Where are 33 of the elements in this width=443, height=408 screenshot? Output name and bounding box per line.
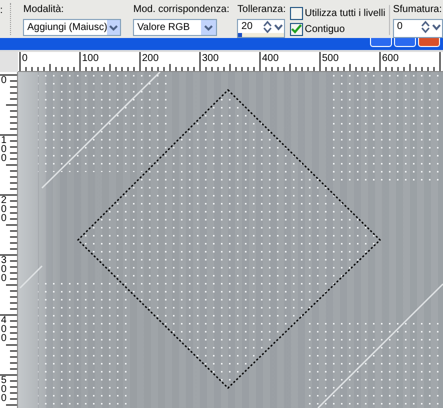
tolerance-label: Tolleranza: xyxy=(237,3,286,17)
ruler-number: 100 xyxy=(82,53,99,64)
chevron-icon xyxy=(109,24,118,30)
mode-label: Modalità: xyxy=(23,3,65,17)
ruler-number: 100 xyxy=(1,136,7,163)
ruler-number: 500 xyxy=(322,53,339,64)
checkbox[interactable] xyxy=(290,22,303,36)
close-button[interactable] xyxy=(418,38,440,47)
ruler-number: 200 xyxy=(142,53,159,64)
ruler-number: 300 xyxy=(1,256,7,283)
checkbox[interactable] xyxy=(290,6,303,20)
mode-dropdown[interactable]: Aggiungi (Maiusc) xyxy=(23,19,122,36)
toolbar-label: : xyxy=(0,5,4,16)
ruler-number: 600 xyxy=(382,53,399,64)
maximize-button[interactable] xyxy=(394,38,416,47)
ruler-number: 0 xyxy=(22,53,28,64)
ruler-number: 400 xyxy=(1,316,7,343)
match-mode-label: Mod. corrispondenza: xyxy=(133,3,230,17)
chevron-icon xyxy=(204,24,214,30)
ruler-number: 200 xyxy=(1,196,7,223)
checkbox-label: Contiguo xyxy=(304,24,345,34)
ruler-number: 500 xyxy=(1,376,7,403)
ruler-number: 400 xyxy=(262,53,279,64)
match-mode-dropdown[interactable]: Valore RGB xyxy=(133,19,218,36)
ruler-number: 300 xyxy=(202,53,219,64)
minimize-button[interactable] xyxy=(370,38,392,47)
tolerance-spinbox[interactable]: 20 xyxy=(237,19,286,38)
ruler-number: 0 xyxy=(1,76,7,85)
feather-label: Sfumatura: xyxy=(392,3,443,17)
spin-arrows-icon xyxy=(262,20,284,34)
spin-arrows-icon xyxy=(420,20,442,34)
feather-spinbox[interactable]: 0 xyxy=(392,19,443,38)
checkbox-label: Utilizza tutti i livelli xyxy=(304,8,386,18)
